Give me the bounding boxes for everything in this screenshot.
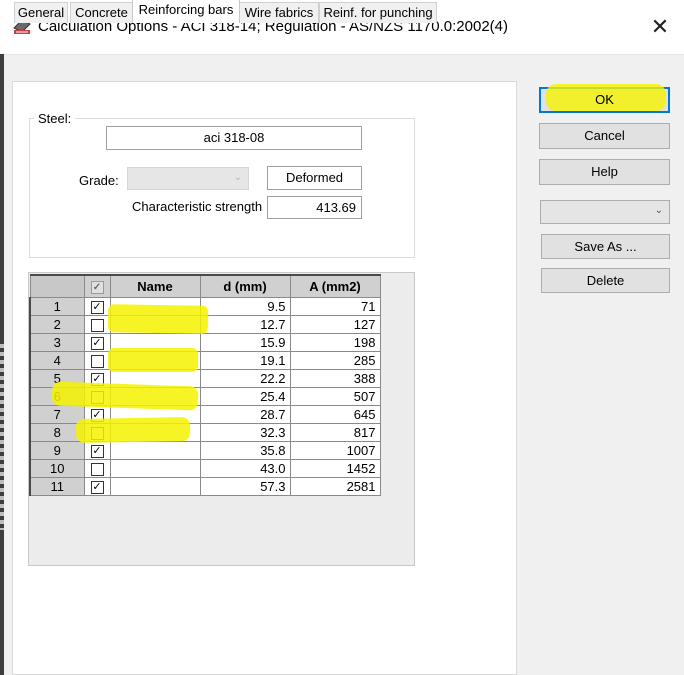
highlight-mark — [107, 304, 209, 334]
area-cell[interactable]: 817 — [289, 422, 381, 442]
table-row[interactable]: 11 ✓ 57.3 2581 — [29, 476, 381, 496]
table-row[interactable]: 3 ✓ 15.9 198 — [29, 332, 381, 352]
check-icon: ✓ — [92, 336, 102, 349]
row-checkbox[interactable] — [90, 318, 104, 332]
row-number[interactable]: 11 — [29, 476, 85, 496]
check-icon: ✓ — [92, 480, 102, 493]
preset-dropdown[interactable]: ⌄ — [540, 200, 670, 224]
area-cell[interactable]: 198 — [289, 332, 381, 352]
row-number[interactable]: 10 — [29, 458, 85, 478]
row-checkbox-cell[interactable] — [83, 458, 111, 478]
d-cell[interactable]: 28.7 — [199, 404, 291, 424]
highlight-mark — [51, 381, 199, 411]
check-icon: ✓ — [92, 300, 102, 313]
cancel-button[interactable]: Cancel — [539, 123, 670, 149]
d-cell[interactable]: 9.5 — [199, 296, 291, 316]
highlight-mark — [108, 348, 198, 372]
d-cell[interactable]: 35.8 — [199, 440, 291, 460]
area-cell[interactable]: 285 — [289, 350, 381, 370]
table-row[interactable]: 9 ✓ 35.8 1007 — [29, 440, 381, 460]
area-cell[interactable]: 71 — [289, 296, 381, 316]
grade-label: Grade: — [79, 173, 119, 188]
row-number[interactable]: 3 — [29, 332, 85, 352]
steel-name-field[interactable]: aci 318-08 — [106, 126, 362, 150]
tab-concrete[interactable]: Concrete — [70, 2, 133, 23]
area-cell[interactable]: 127 — [289, 314, 381, 334]
name-cell[interactable] — [109, 458, 201, 478]
bar-type-field[interactable]: Deformed — [267, 166, 362, 190]
row-checkbox-cell[interactable] — [83, 350, 111, 370]
name-cell[interactable] — [109, 440, 201, 460]
left-edge-pattern — [0, 340, 4, 530]
row-number[interactable]: 9 — [29, 440, 85, 460]
row-checkbox-cell[interactable]: ✓ — [83, 440, 111, 460]
table-row[interactable]: 4 19.1 285 — [29, 350, 381, 370]
help-button[interactable]: Help — [539, 159, 670, 185]
strength-field[interactable]: 413.69 — [267, 196, 362, 219]
row-checkbox-cell[interactable]: ✓ — [83, 476, 111, 496]
check-icon: ✓ — [92, 444, 102, 457]
delete-button[interactable]: Delete — [541, 268, 670, 293]
close-icon[interactable]: ✕ — [642, 12, 678, 42]
area-cell[interactable]: 507 — [289, 386, 381, 406]
d-cell[interactable]: 15.9 — [199, 332, 291, 352]
chevron-down-icon: ⌄ — [654, 205, 663, 216]
row-checkbox[interactable]: ✓ — [90, 300, 104, 314]
row-checkbox[interactable] — [90, 354, 104, 368]
d-column-header[interactable]: d (mm) — [199, 274, 291, 298]
table-row[interactable]: 10 43.0 1452 — [29, 458, 381, 478]
area-cell[interactable]: 645 — [289, 404, 381, 424]
row-checkbox[interactable] — [90, 462, 104, 476]
row-checkbox[interactable]: ✓ — [90, 444, 104, 458]
ok-button-text: OK — [595, 92, 614, 107]
d-cell[interactable]: 25.4 — [199, 386, 291, 406]
row-number[interactable]: 4 — [29, 350, 85, 370]
chevron-down-icon: ⌄ — [233, 172, 242, 183]
save-as-button[interactable]: Save As ... — [541, 234, 670, 259]
strength-label: Characteristic strength — [132, 199, 263, 214]
row-number[interactable]: 2 — [29, 314, 85, 334]
d-cell[interactable]: 22.2 — [199, 368, 291, 388]
d-cell[interactable]: 32.3 — [199, 422, 291, 442]
row-number[interactable]: 7 — [29, 404, 85, 424]
area-column-header[interactable]: A (mm2) — [289, 274, 381, 298]
d-cell[interactable]: 19.1 — [199, 350, 291, 370]
d-cell[interactable]: 12.7 — [199, 314, 291, 334]
check-icon: ✓ — [90, 280, 104, 294]
area-cell[interactable]: 2581 — [289, 476, 381, 496]
area-cell[interactable]: 388 — [289, 368, 381, 388]
row-checkbox-cell[interactable]: ✓ — [83, 332, 111, 352]
grid-corner — [29, 274, 85, 298]
row-checkbox-cell[interactable] — [83, 314, 111, 334]
area-cell[interactable]: 1452 — [289, 458, 381, 478]
row-number[interactable]: 1 — [29, 296, 85, 316]
row-checkbox-cell[interactable]: ✓ — [83, 296, 111, 316]
steel-group-label: Steel: — [34, 111, 76, 126]
d-cell[interactable]: 57.3 — [199, 476, 291, 496]
grid-header-row: ✓ Name d (mm) A (mm2) — [29, 274, 381, 298]
row-checkbox[interactable]: ✓ — [90, 480, 104, 494]
highlight-mark — [75, 417, 191, 443]
name-column-header[interactable]: Name — [109, 274, 201, 298]
select-all-header[interactable]: ✓ — [83, 274, 111, 298]
area-cell[interactable]: 1007 — [289, 440, 381, 460]
d-cell[interactable]: 43.0 — [199, 458, 291, 478]
tab-general[interactable]: General — [14, 2, 68, 23]
tab-reinforcing-bars[interactable]: Reinforcing bars — [132, 0, 240, 23]
tab-reinf-for-punching[interactable]: Reinf. for punching — [319, 2, 437, 23]
tab-wire-fabrics[interactable]: Wire fabrics — [239, 2, 319, 23]
name-cell[interactable] — [109, 476, 201, 496]
row-checkbox[interactable]: ✓ — [90, 336, 104, 350]
grade-dropdown: ⌄ — [127, 167, 249, 190]
